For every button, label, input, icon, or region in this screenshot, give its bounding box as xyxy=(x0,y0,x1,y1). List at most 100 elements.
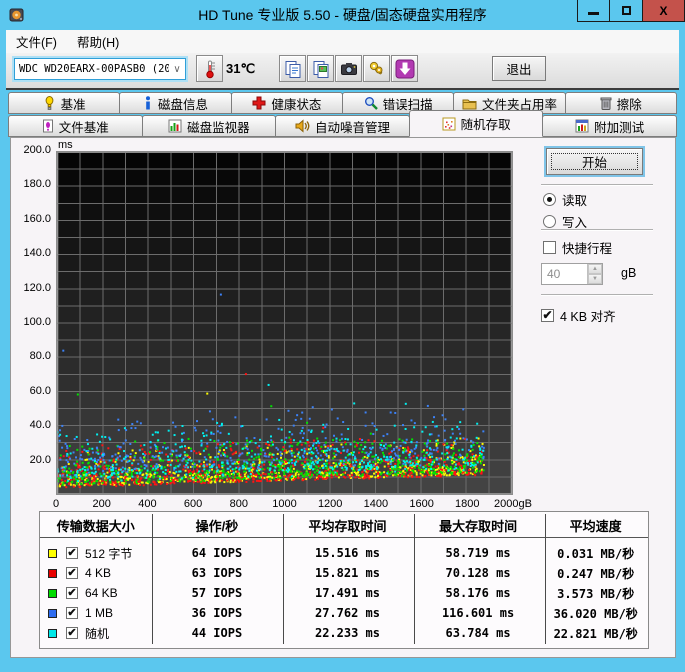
tab-label: 健康状态 xyxy=(271,97,322,112)
ops-value: 57 IOPS xyxy=(191,586,243,600)
tab-aam[interactable]: 自动噪音管理 xyxy=(275,115,410,137)
extra-tests-icon xyxy=(575,119,589,133)
exit-label: 退出 xyxy=(506,63,532,77)
x-axis-tick-label: 200 xyxy=(92,498,111,510)
series-color-swatch xyxy=(48,548,57,558)
x-axis-tick-label: 2000gB xyxy=(494,498,532,510)
read-radio[interactable] xyxy=(543,193,556,206)
tab-row-2: 文件基准 磁盘监视器 自动噪音管理 随机存取 附加测试 xyxy=(8,110,677,137)
table-row: ✔ 4 KB 63 IOPS 15.821 ms 70.128 ms 0.247… xyxy=(40,563,648,583)
short-stroke-label: 快捷行程 xyxy=(562,242,613,256)
ops-value: 64 IOPS xyxy=(191,546,243,560)
series-checkbox[interactable]: ✔ xyxy=(66,567,78,579)
series-label: 4 KB xyxy=(85,566,112,580)
close-button[interactable]: X xyxy=(643,0,685,22)
download-arrow-icon xyxy=(395,59,414,78)
y-axis-tick-label: 60.0 xyxy=(29,384,51,397)
drive-selector[interactable]: WDC WD20EARX-00PASB0 (2000 gB) ∨ xyxy=(14,58,186,80)
tab-erase[interactable]: 擦除 xyxy=(564,92,677,114)
tab-label: 自动噪音管理 xyxy=(314,120,390,135)
tab-label: 磁盘监视器 xyxy=(187,120,250,135)
short-stroke-checkbox[interactable]: ✔ xyxy=(543,241,556,254)
short-stroke-row: ✔ 快捷行程 xyxy=(543,238,612,257)
avg-speed-value: 0.031 MB/秒 xyxy=(557,546,635,561)
drive-selector-value: WDC WD20EARX-00PASB0 (2000 gB) xyxy=(19,63,169,75)
tab-disk-monitor[interactable]: 磁盘监视器 xyxy=(141,115,277,137)
x-axis-tick-label: 0 xyxy=(52,498,60,510)
spinner-down-icon[interactable]: ▼ xyxy=(588,274,602,284)
tab-label: 文件基准 xyxy=(58,120,109,135)
random-access-chart xyxy=(56,151,513,495)
series-checkbox[interactable]: ✔ xyxy=(66,547,78,559)
file-benchmark-icon xyxy=(42,119,53,133)
update-check-button[interactable] xyxy=(391,55,418,82)
maximize-button[interactable] xyxy=(610,0,643,22)
info-icon xyxy=(145,96,150,110)
titlebar: HD Tune 专业版 5.50 - 硬盘/固态硬盘实用程序 X xyxy=(0,0,685,30)
y-axis-tick-label: 200.0 xyxy=(23,144,51,156)
align-4kb-checkbox[interactable]: ✔ xyxy=(541,309,554,322)
tab-health[interactable]: 健康状态 xyxy=(230,92,343,114)
copy-text-icon xyxy=(285,60,300,78)
header-avg-speed: 平均速度 xyxy=(569,519,622,534)
folder-icon xyxy=(462,99,477,109)
tab-disk-info[interactable]: 磁盘信息 xyxy=(119,92,232,114)
short-stroke-spinner[interactable]: 40 ▲ ▼ xyxy=(541,263,603,285)
thermometer-icon xyxy=(205,60,215,78)
read-radio-row: 读取 xyxy=(543,190,587,209)
tab-row-1: 基准 磁盘信息 健康状态 错误扫描 文件夹占用率 擦除 xyxy=(8,91,677,114)
minimize-button[interactable] xyxy=(577,0,610,22)
x-axis-tick-label: 400 xyxy=(138,498,157,510)
max-access-value: 116.601 ms xyxy=(441,606,515,620)
copy-text-button[interactable] xyxy=(279,55,306,82)
avg-speed-value: 22.821 MB/秒 xyxy=(553,626,638,641)
tab-extra-tests[interactable]: 附加测试 xyxy=(542,115,677,137)
tab-random-access[interactable]: 随机存取 xyxy=(408,110,544,137)
start-label: 开始 xyxy=(581,156,607,170)
start-button[interactable]: 开始 xyxy=(546,148,643,175)
screenshot-button[interactable] xyxy=(335,55,362,82)
copy-image-button[interactable] xyxy=(307,55,334,82)
series-checkbox[interactable]: ✔ xyxy=(66,627,78,639)
tab-benchmark[interactable]: 基准 xyxy=(8,92,121,114)
avg-access-value: 22.233 ms xyxy=(314,626,380,640)
series-label: 1 MB xyxy=(85,606,114,620)
ops-value: 44 IOPS xyxy=(191,626,243,640)
temperature-button[interactable] xyxy=(196,55,223,82)
speaker-icon xyxy=(295,119,310,133)
avg-speed-value: 36.020 MB/秒 xyxy=(553,606,638,621)
max-access-value: 70.128 ms xyxy=(445,566,511,580)
exit-button[interactable]: 退出 xyxy=(492,56,546,81)
avg-access-value: 15.516 ms xyxy=(314,546,380,560)
y-axis-tick-label: 180.0 xyxy=(23,178,51,191)
y-axis-tick-label: 80.0 xyxy=(29,350,51,363)
ops-value: 63 IOPS xyxy=(191,566,243,580)
random-access-icon xyxy=(442,117,456,130)
header-avg-access: 平均存取时间 xyxy=(308,519,387,534)
y-axis-tick-label: 20.0 xyxy=(29,453,51,466)
registration-button[interactable] xyxy=(363,55,390,82)
benchmark-icon xyxy=(45,96,54,110)
tab-label: 随机存取 xyxy=(460,118,511,132)
table-header: 传输数据大小 操作/秒 平均存取时间 最大存取时间 平均速度 xyxy=(40,514,648,538)
series-label: 64 KB xyxy=(85,586,118,600)
close-icon: X xyxy=(659,3,668,18)
minimize-icon xyxy=(588,12,599,15)
series-color-swatch xyxy=(48,588,57,598)
menu-help[interactable]: 帮助(H) xyxy=(67,30,129,53)
x-axis-tick-label: 600 xyxy=(183,498,203,510)
series-checkbox[interactable]: ✔ xyxy=(66,607,78,619)
separator xyxy=(541,294,653,296)
series-checkbox[interactable]: ✔ xyxy=(66,587,78,599)
tab-label: 基准 xyxy=(60,97,86,112)
disk-monitor-icon xyxy=(168,119,182,133)
menu-file[interactable]: 文件(F) xyxy=(6,30,67,53)
magnifier-icon xyxy=(364,97,378,110)
write-radio[interactable] xyxy=(543,215,556,228)
app-window: HD Tune 专业版 5.50 - 硬盘/固态硬盘实用程序 X 文件(F) 帮… xyxy=(0,0,685,672)
x-axis-tick-label: 800 xyxy=(229,498,248,510)
x-axis-tick-label: 1400 xyxy=(363,498,389,510)
series-label: 512 字节 xyxy=(85,546,133,561)
spinner-up-icon[interactable]: ▲ xyxy=(588,264,602,274)
tab-file-benchmark[interactable]: 文件基准 xyxy=(8,115,143,137)
